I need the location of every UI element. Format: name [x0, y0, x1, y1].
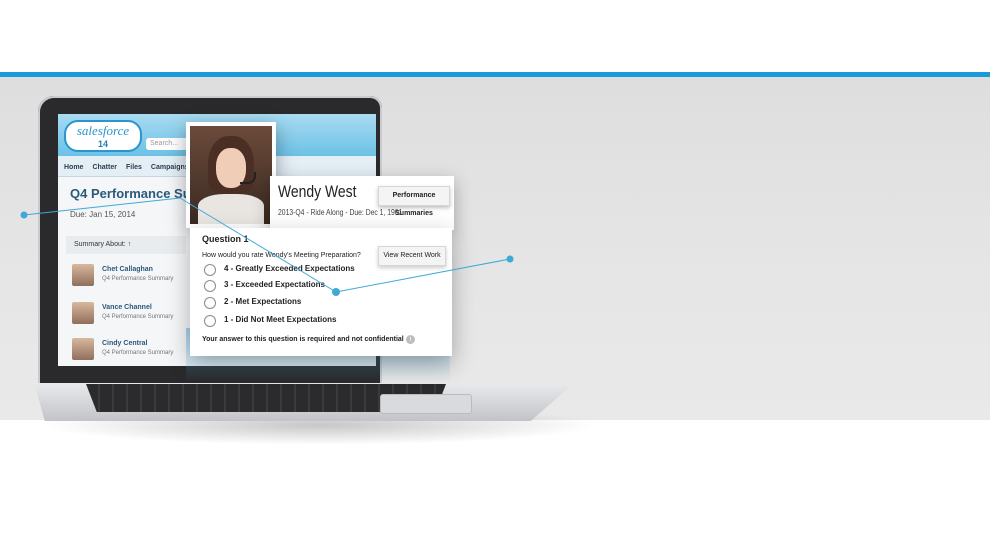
- avatar: [72, 302, 94, 324]
- sort-up-icon[interactable]: ↑: [128, 241, 132, 248]
- nav-tab-chatter[interactable]: Chatter: [86, 158, 120, 171]
- nav-tab-home[interactable]: Home: [58, 158, 86, 171]
- photo-shirt: [198, 194, 264, 224]
- person-subtitle: Q4 Performance Summary: [102, 276, 174, 282]
- required-note: Your answer to this question is required…: [202, 336, 404, 343]
- person-subtitle: Q4 Performance Summary: [102, 314, 174, 320]
- laptop-trackpad: [380, 394, 472, 414]
- question-card: Question 1 How would you rate Wendy's Me…: [190, 228, 452, 356]
- avatar: [72, 264, 94, 286]
- rating-option-label: 2 - Met Expectations: [224, 297, 302, 306]
- rating-option-label: 1 - Did Not Meet Expectations: [224, 315, 337, 324]
- question-text: How would you rate Wendy's Meeting Prepa…: [202, 252, 361, 259]
- question-title: Question 1: [202, 234, 249, 244]
- logo-text: salesforce: [76, 123, 130, 138]
- person-name: Vance Channel: [102, 304, 152, 311]
- person-name: Chet Callaghan: [102, 266, 153, 273]
- page-title: Q4 Performance Sum: [70, 186, 203, 201]
- performance-summaries-button[interactable]: Performance Summaries: [378, 186, 450, 217]
- profile-photo: [190, 126, 272, 224]
- list-item[interactable]: Cindy Central Q4 Performance Summary: [72, 336, 202, 366]
- info-icon[interactable]: i: [406, 335, 415, 344]
- profile-name: Wendy West: [278, 182, 357, 201]
- person-name: Cindy Central: [102, 340, 148, 347]
- rating-option-label: 3 - Exceeded Expectations: [224, 280, 325, 289]
- due-date: Due: Jan 15, 2014: [70, 210, 136, 219]
- salesforce-logo[interactable]: salesforce 14: [64, 120, 142, 152]
- nav-tab-files[interactable]: Files: [120, 158, 145, 171]
- summary-about: Summary About: ↑: [66, 236, 186, 254]
- summary-about-label: Summary About:: [74, 241, 126, 248]
- profile-subtitle: 2013-Q4 - Ride Along - Due: Dec 1, 1901: [278, 208, 403, 217]
- logo-version: 14: [97, 139, 108, 149]
- list-item[interactable]: Vance Channel Q4 Performance Summary: [72, 300, 202, 332]
- nav-tab-campaigns[interactable]: Campaigns: [145, 158, 192, 171]
- radio-button[interactable]: [204, 280, 216, 292]
- radio-button[interactable]: [204, 264, 216, 276]
- avatar: [72, 338, 94, 360]
- radio-button[interactable]: [204, 297, 216, 309]
- radio-button[interactable]: [204, 315, 216, 327]
- person-subtitle: Q4 Performance Summary: [102, 350, 174, 356]
- list-item[interactable]: Chet Callaghan Q4 Performance Summary: [72, 262, 202, 294]
- profile-card: Wendy West 2013-Q4 - Ride Along - Due: D…: [270, 176, 454, 230]
- profile-photo-card: [186, 122, 276, 228]
- view-recent-work-button[interactable]: View Recent Work: [378, 246, 446, 266]
- rating-option-label: 4 - Greatly Exceeded Expectations: [224, 264, 355, 273]
